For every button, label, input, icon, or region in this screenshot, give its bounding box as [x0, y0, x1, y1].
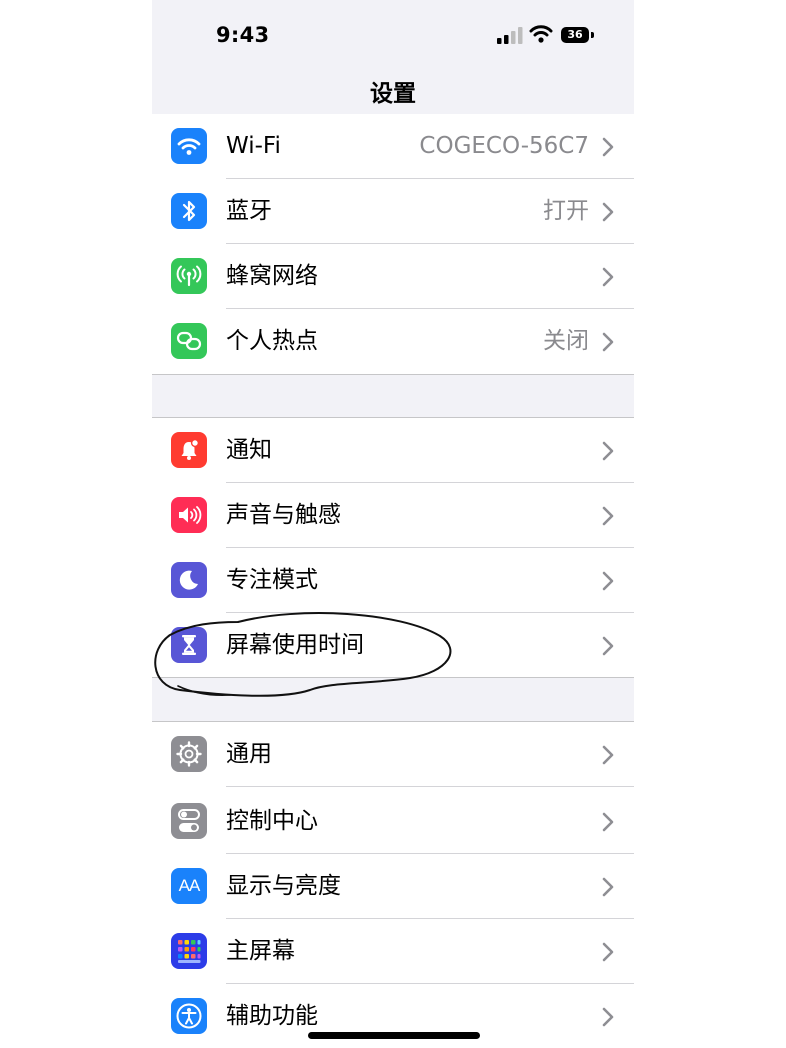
settings-group-connectivity: Wi-Fi COGECO-56C7 蓝牙 打开 蜂窝网络 个人热点 关闭 [152, 114, 634, 374]
status-bar: 9:43 36 [152, 0, 634, 64]
chevron-right-icon [602, 332, 614, 352]
row-value: 关闭 [543, 328, 589, 354]
row-label: 屏幕使用时间 [226, 632, 364, 658]
chevron-right-icon [602, 877, 614, 897]
chevron-right-icon [602, 1007, 614, 1027]
row-sounds-haptics[interactable]: 声音与触感 [152, 483, 634, 548]
chevron-right-icon [602, 202, 614, 222]
row-wifi[interactable]: Wi-Fi COGECO-56C7 [152, 114, 634, 179]
antenna-icon [171, 258, 207, 294]
row-display-brightness[interactable]: AA 显示与亮度 [152, 854, 634, 919]
toggles-icon [171, 803, 207, 839]
row-label: 控制中心 [226, 808, 318, 834]
row-personal-hotspot[interactable]: 个人热点 关闭 [152, 309, 634, 374]
chevron-right-icon [602, 506, 614, 526]
chevron-right-icon [602, 812, 614, 832]
moon-icon [171, 562, 207, 598]
chevron-right-icon [602, 571, 614, 591]
row-label: 显示与亮度 [226, 873, 341, 899]
battery-indicator: 36 [561, 27, 589, 43]
app-grid-icon [171, 933, 207, 969]
row-screen-time[interactable]: 屏幕使用时间 [152, 613, 634, 678]
hourglass-icon [171, 627, 207, 663]
row-bluetooth[interactable]: 蓝牙 打开 [152, 179, 634, 244]
row-label: Wi-Fi [226, 133, 281, 159]
row-label: 专注模式 [226, 567, 318, 593]
row-general[interactable]: 通用 [152, 722, 634, 787]
group-separator [152, 374, 634, 375]
status-time: 9:43 [216, 23, 270, 47]
battery-tip [591, 32, 594, 38]
cellular-signal-icon [497, 27, 523, 44]
row-focus[interactable]: 专注模式 [152, 548, 634, 613]
text-size-glyph: AA [178, 876, 201, 895]
row-value: 打开 [543, 198, 589, 224]
row-label: 个人热点 [226, 328, 318, 354]
row-control-center[interactable]: 控制中心 [152, 789, 634, 854]
chevron-right-icon [602, 137, 614, 157]
bell-icon [171, 432, 207, 468]
row-label: 蜂窝网络 [226, 263, 318, 289]
row-label: 辅助功能 [226, 1003, 318, 1029]
settings-group-general: 通用 控制中心 AA 显示与亮度 主屏幕 辅助功能 [152, 722, 634, 1048]
chevron-right-icon [602, 745, 614, 765]
speaker-icon [171, 497, 207, 533]
row-label: 蓝牙 [226, 198, 272, 224]
text-size-icon: AA [171, 868, 207, 904]
bluetooth-icon [171, 193, 207, 229]
wifi-status-icon [529, 25, 553, 43]
hotspot-link-icon [171, 323, 207, 359]
group-separator [152, 677, 634, 678]
accessibility-icon [171, 998, 207, 1034]
row-home-screen[interactable]: 主屏幕 [152, 919, 634, 984]
chevron-right-icon [602, 942, 614, 962]
chevron-right-icon [602, 441, 614, 461]
chevron-right-icon [602, 267, 614, 287]
row-cellular[interactable]: 蜂窝网络 [152, 244, 634, 309]
wifi-icon [171, 128, 207, 164]
row-notifications[interactable]: 通知 [152, 418, 634, 483]
row-label: 通知 [226, 437, 272, 463]
chevron-right-icon [602, 636, 614, 656]
settings-screen: 9:43 36 设置 Wi-Fi COGECO-56C7 蓝牙 打开 蜂窝网络 … [152, 0, 634, 1048]
settings-group-notifications: 通知 声音与触感 专注模式 屏幕使用时间 [152, 418, 634, 677]
row-label: 主屏幕 [226, 938, 295, 964]
row-label: 通用 [226, 741, 272, 767]
row-label: 声音与触感 [226, 502, 341, 528]
gear-icon [171, 736, 207, 772]
home-indicator[interactable] [308, 1032, 480, 1039]
row-value: COGECO-56C7 [419, 133, 589, 159]
page-title: 设置 [370, 81, 416, 107]
row-divider [226, 786, 634, 787]
